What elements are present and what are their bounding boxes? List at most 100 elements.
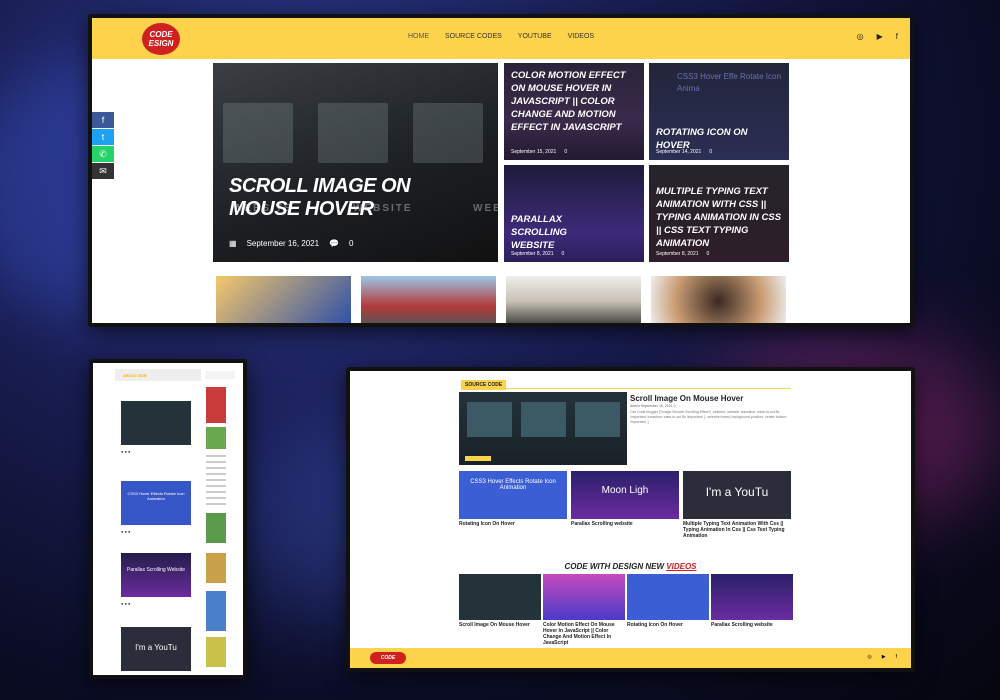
nav-item-youtube[interactable]: YOUTUBE (518, 33, 552, 40)
youtube-icon[interactable]: ▶ (882, 654, 886, 660)
post-thumbnail[interactable] (121, 401, 191, 445)
sidebar-calendar (206, 455, 226, 505)
sidebar-widget (206, 591, 226, 631)
videos-heading-text: CODE WITH DESIGN NEW (564, 562, 665, 571)
post-thumbnail[interactable]: I'm a YouTu (121, 627, 191, 671)
sidebar-widget (206, 637, 226, 667)
sidebar-ad (206, 387, 226, 423)
card-date: September 15, 2021 (511, 149, 557, 155)
post-caption: ● ● ● (121, 529, 131, 534)
video-title[interactable]: Scroll Image On Mouse Hover (459, 622, 541, 628)
video-thumbnail[interactable] (543, 574, 625, 620)
header-bar: CODE ESIGN HOME SOURCE CODES YOUTUBE VID… (92, 18, 910, 59)
footer-socials: ◎ ▶ f (867, 654, 897, 660)
facebook-icon[interactable]: f (896, 32, 898, 41)
video-title[interactable]: Rotating Icon On Hover (627, 622, 709, 628)
videos-heading-highlight: VIDEOS (666, 562, 697, 571)
twitter-share-icon[interactable]: t (92, 129, 114, 145)
card-date: September 8, 2021 (511, 251, 554, 257)
instagram-icon[interactable]: ◎ (867, 654, 871, 660)
footer-logo[interactable]: CODE (370, 652, 406, 664)
videos-heading: CODE WITH DESIGN NEW VIDEOS (350, 562, 911, 571)
facebook-share-icon[interactable]: f (92, 112, 114, 128)
hero-comments: 0 (349, 239, 354, 248)
hero-title[interactable]: Scroll Image On Mouse Hover (229, 175, 479, 221)
footer-bar: CODE ◎ ▶ f (350, 648, 911, 668)
whatsapp-share-icon[interactable]: ✆ (92, 146, 114, 162)
mobile-preview-frame: ABOUT EDR ● ● ● CSS3 Hover Effects Rotat… (89, 359, 247, 679)
thumbnail-image[interactable] (216, 276, 351, 323)
card-date: September 8, 2021 (656, 251, 699, 257)
card-meta: September 8, 2021 0 (656, 251, 709, 257)
youtube-icon[interactable]: ▶ (877, 32, 883, 41)
thumbnail-row (216, 276, 786, 323)
hero-post[interactable]: WEBSITE WEBSITE WEBSITE Scroll Image On … (213, 63, 498, 262)
email-share-icon[interactable]: ✉ (92, 163, 114, 179)
thumbnail-image[interactable] (506, 276, 641, 323)
featured-post-title[interactable]: Scroll Image On Mouse Hover (630, 394, 743, 403)
laptop-screen: SOURCE CODE Scroll Image On Mouse Hover … (350, 371, 911, 668)
sidebar-header: ABOUT EDR (115, 369, 201, 381)
video-title[interactable]: Color Motion Effect On Mouse Hover In Ja… (543, 622, 625, 646)
post-thumbnail[interactable]: CSS3 Hover Effects Rotate Icon Animation (459, 471, 567, 519)
sidebar-widget (206, 427, 226, 449)
thumbnail-image[interactable] (651, 276, 786, 323)
post-thumbnail[interactable]: CSS3 Hover Effects Rotate Icon Animation (121, 481, 191, 525)
featured-post-excerpt: Css Code blogger {*Image Smooth Scrollin… (630, 410, 787, 424)
hero-meta: ▦ September 16, 2021 💬 0 (229, 239, 353, 248)
post-thumbnail[interactable]: Moon Ligh (571, 471, 679, 519)
video-title[interactable]: Parallax Scrolling website (711, 622, 793, 628)
card-meta: September 15, 2021 0 (511, 149, 567, 155)
featured-post-image[interactable] (459, 392, 627, 465)
post-card[interactable]: Parallax Scrolling Website September 8, … (504, 165, 644, 262)
share-bar: f t ✆ ✉ (92, 112, 114, 180)
calendar-icon: ▦ (229, 239, 237, 248)
main-nav: HOME SOURCE CODES YOUTUBE VIDEOS (408, 33, 594, 40)
card-meta: September 8, 2021 0 (511, 251, 564, 257)
laptop-preview-frame: SOURCE CODE Scroll Image On Mouse Hover … (346, 367, 915, 672)
site-logo[interactable]: CODE ESIGN (142, 23, 180, 55)
video-thumbnail[interactable] (711, 574, 793, 620)
video-thumbnail[interactable] (459, 574, 541, 620)
card-date: September 14, 2021 (656, 149, 702, 155)
post-thumbnail[interactable]: Parallax Scrolling Website (121, 553, 191, 597)
post-title[interactable]: Multiple Typing Text Animation With Css … (683, 521, 791, 539)
nav-item-source-codes[interactable]: SOURCE CODES (445, 33, 502, 40)
mobile-screen: ABOUT EDR ● ● ● CSS3 Hover Effects Rotat… (93, 363, 243, 675)
sidebar-widget (206, 513, 226, 543)
sidebar-widget (206, 553, 226, 583)
post-title[interactable]: Rotating Icon On Hover (459, 521, 567, 527)
post-title[interactable]: Parallax Scrolling website (571, 521, 679, 527)
card-comments: 0 (561, 251, 565, 257)
search-box[interactable] (205, 371, 235, 379)
card-meta: September 14, 2021 0 (656, 149, 712, 155)
post-caption: ● ● ● (121, 449, 131, 454)
hero-background-image (223, 103, 483, 173)
post-caption: ● ● ● (121, 601, 131, 606)
featured-post-meta: Admin September 16, 2021 0 (630, 404, 676, 408)
instagram-icon[interactable]: ◎ (857, 32, 864, 41)
card-title[interactable]: Multiple Typing Text Animation With CSS … (656, 185, 786, 250)
card-title[interactable]: Color Motion Effect On Mouse Hover In Ja… (511, 69, 636, 134)
card-comments: 0 (706, 251, 710, 257)
post-card[interactable]: Multiple Typing Text Animation With CSS … (649, 165, 789, 262)
post-card[interactable]: CSS3 Hover Effe Rotate Icon Anima Rotati… (649, 63, 789, 160)
card-comments: 0 (709, 149, 713, 155)
post-thumbnail[interactable]: I'm a YouTu (683, 471, 791, 519)
hero-date: September 16, 2021 (246, 239, 320, 248)
comment-icon: 💬 (329, 239, 340, 248)
card-bg-text: CSS3 Hover Effe Rotate Icon Anima (677, 72, 781, 93)
card-comments: 0 (564, 149, 568, 155)
card-title[interactable]: Parallax Scrolling Website (511, 213, 611, 252)
nav-item-videos[interactable]: VIDEOS (568, 33, 594, 40)
nav-item-home[interactable]: HOME (408, 33, 429, 40)
video-thumbnail[interactable] (627, 574, 709, 620)
desktop-preview-frame: CODE ESIGN HOME SOURCE CODES YOUTUBE VID… (88, 14, 914, 327)
facebook-icon[interactable]: f (896, 654, 897, 660)
logo-text: ESIGN (148, 39, 174, 48)
thumbnail-image[interactable] (361, 276, 496, 323)
post-card[interactable]: Color Motion Effect On Mouse Hover In Ja… (504, 63, 644, 160)
section-divider (461, 388, 791, 389)
header-socials: ◎ ▶ f (857, 32, 898, 41)
logo-text: CODE (149, 30, 173, 39)
